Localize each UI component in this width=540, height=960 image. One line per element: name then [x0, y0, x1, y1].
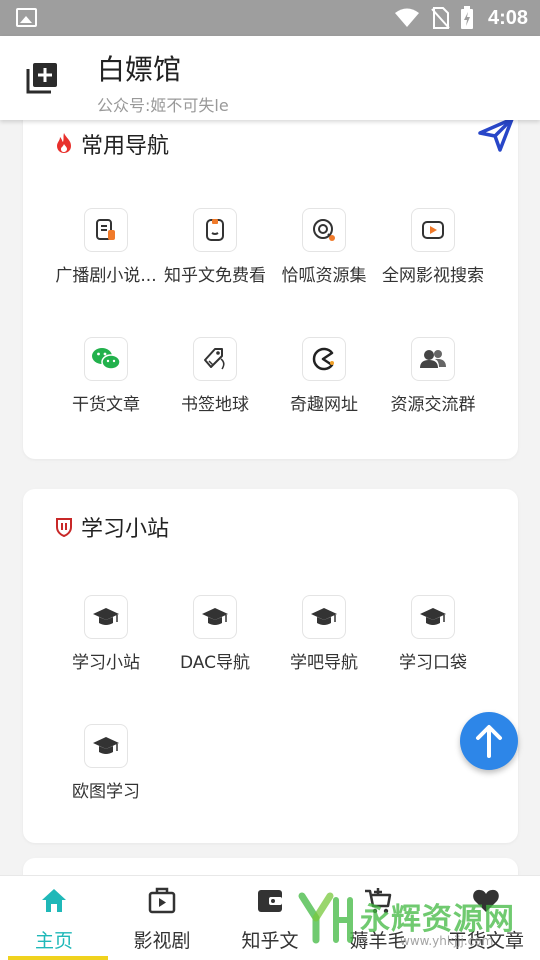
status-bar: 4:08	[0, 0, 540, 36]
nav-item-video-search[interactable]: 全网影视搜索	[373, 208, 493, 308]
gallery-notification-icon	[16, 8, 37, 27]
wifi-icon	[394, 8, 419, 27]
nav-item-label: 全网影视搜索	[382, 266, 484, 286]
nav-item-audio-drama[interactable]: 广播剧小说...	[46, 208, 166, 308]
bottom-nav-zhihu[interactable]: 知乎文	[216, 876, 324, 960]
battery-charging-icon	[460, 6, 473, 29]
resource-icon	[313, 219, 335, 241]
audio-drama-icon	[96, 219, 115, 240]
nav-item-resource-group[interactable]: 资源交流群	[373, 337, 493, 437]
bookmark-tag-icon	[204, 348, 225, 370]
bottom-nav-deals[interactable]: 薅羊毛	[324, 876, 432, 960]
common-nav-card: 常用导航 广播剧小说... 知乎文免费看 恰呱资源集 全网影视搜索 干货文章 书…	[23, 120, 518, 459]
common-nav-title: 常用导航	[57, 128, 170, 160]
wallet-icon	[258, 890, 282, 912]
status-time: 4:08	[487, 6, 528, 29]
nav-item-fun-sites[interactable]: 奇趣网址	[264, 337, 384, 437]
graduation-cap-icon	[93, 608, 119, 625]
cart-icon	[365, 888, 392, 914]
group-icon	[420, 350, 446, 368]
active-tab-indicator	[8, 956, 108, 960]
pacman-icon	[312, 347, 334, 371]
video-icon	[148, 887, 176, 914]
graduation-cap-icon	[311, 608, 337, 625]
study-title: 学习小站	[56, 511, 170, 543]
study-item-xuexi[interactable]: 学习小站	[46, 595, 166, 695]
nav-item-resources[interactable]: 恰呱资源集	[264, 208, 384, 308]
graduation-cap-icon	[202, 608, 228, 625]
scroll-to-top-button[interactable]	[460, 712, 518, 770]
bottom-nav-label: 薅羊毛	[349, 930, 407, 952]
study-title-text: 学习小站	[81, 517, 170, 542]
bottom-nav-label: 知乎文	[241, 930, 299, 952]
status-icons: 4:08	[394, 4, 528, 32]
home-icon	[42, 889, 66, 912]
bottom-nav-video[interactable]: 影视剧	[108, 876, 216, 960]
graduation-cap-icon	[420, 608, 446, 625]
add-library-icon[interactable]	[24, 60, 60, 96]
fire-icon	[57, 133, 71, 153]
bottom-nav-label: 主页	[34, 930, 73, 952]
arrow-up-icon	[476, 725, 502, 758]
shield-icon	[56, 518, 72, 537]
study-item-pocket[interactable]: 学习口袋	[373, 595, 493, 695]
bottom-nav: 主页 影视剧 知乎文 薅羊毛 干货文章	[0, 875, 540, 960]
nav-item-zhihu[interactable]: 知乎文免费看	[155, 208, 275, 308]
bottom-nav-label: 干货文章	[447, 930, 524, 952]
graduation-cap-icon	[93, 737, 119, 754]
bottom-nav-label: 影视剧	[133, 930, 191, 952]
nav-item-articles[interactable]: 干货文章	[46, 337, 166, 437]
no-sim-icon	[431, 7, 450, 29]
common-nav-title-text: 常用导航	[81, 134, 170, 159]
nav-item-label: 资源交流群	[390, 395, 476, 415]
study-item-dac[interactable]: DAC导航	[155, 595, 275, 695]
main-content[interactable]: 常用导航 广播剧小说... 知乎文免费看 恰呱资源集 全网影视搜索 干货文章 书…	[0, 120, 540, 875]
nav-item-bookmark-earth[interactable]: 书签地球	[155, 337, 275, 437]
study-item-outu[interactable]: 欧图学习	[46, 724, 166, 824]
zhihu-icon	[206, 219, 224, 241]
app-title: 白嫖馆	[97, 53, 182, 86]
next-card	[23, 858, 518, 875]
video-play-icon	[422, 221, 444, 239]
bottom-nav-articles[interactable]: 干货文章	[432, 876, 540, 960]
study-card: 学习小站 学习小站 DAC导航 学吧导航 学习口袋 欧图学习	[23, 489, 518, 843]
bottom-nav-home[interactable]: 主页	[0, 876, 108, 960]
app-header: 白嫖馆 公众号:姬不可失le	[0, 36, 540, 120]
wechat-icon	[92, 348, 121, 370]
app-subtitle: 公众号:姬不可失le	[97, 96, 229, 115]
study-item-label: 学习口袋	[399, 653, 467, 673]
study-item-xueba[interactable]: 学吧导航	[264, 595, 384, 695]
send-icon[interactable]	[476, 120, 516, 154]
heart-icon	[473, 889, 499, 912]
study-item-label: 欧图学习	[72, 782, 140, 802]
